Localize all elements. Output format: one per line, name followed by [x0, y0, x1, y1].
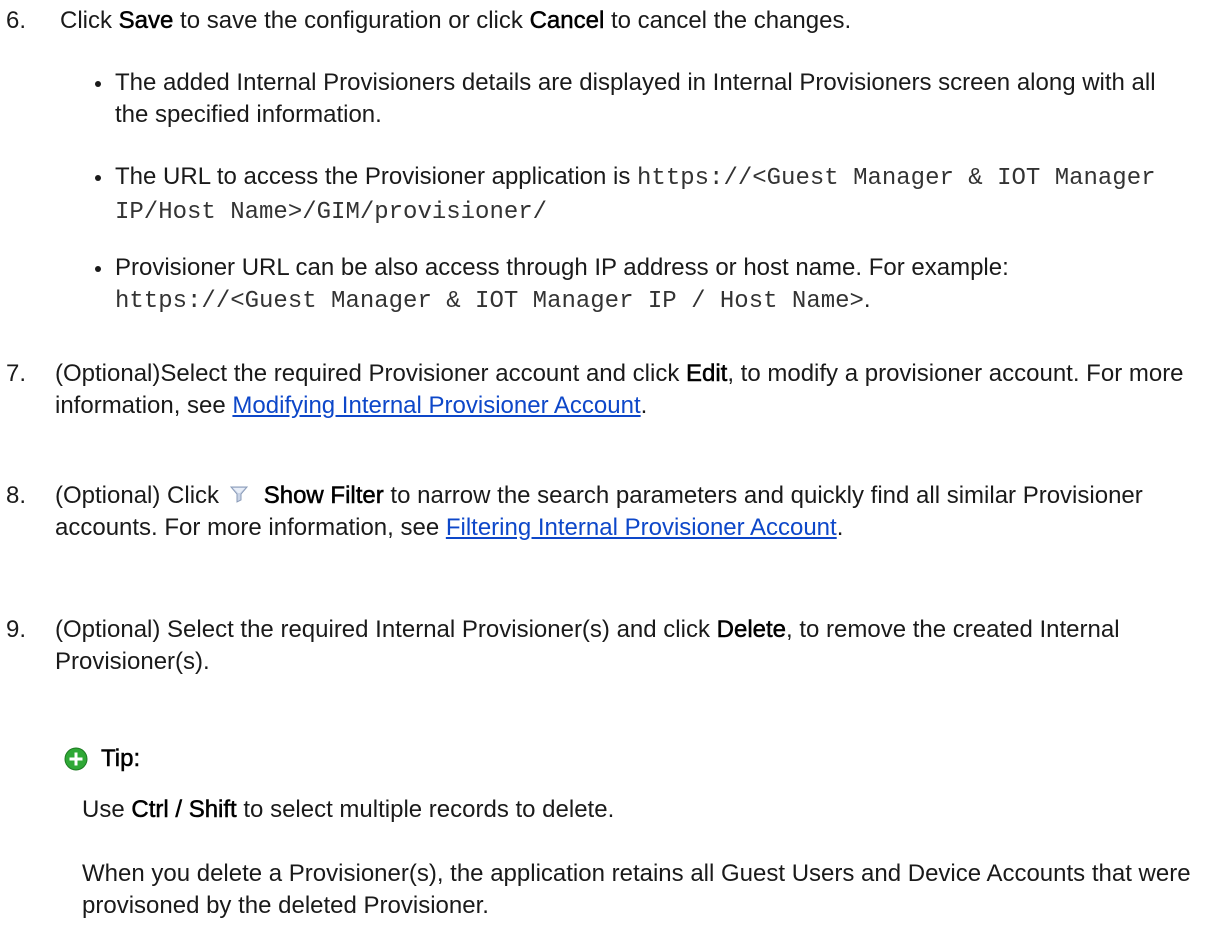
cancel-term: Cancel — [529, 7, 605, 35]
document-page: 6. Click Save to save the configuration … — [0, 0, 1222, 938]
step-number: 6. — [6, 7, 27, 34]
ctrl-shift-keys: Ctrl / Shift — [131, 796, 237, 824]
modifying-provisioner-link[interactable]: Modifying Internal Provisioner Account — [232, 392, 640, 419]
bullet-item: Provisioner URL can be also access throu… — [95, 252, 1195, 318]
step-text: (Optional)Select the required Provisione… — [55, 360, 1184, 419]
step-text: (Optional) Click Show Filter to narrow t… — [55, 482, 1143, 541]
show-filter-term: Show Filter — [263, 482, 384, 510]
tip-paragraph: Use Ctrl / Shift to select multiple reco… — [82, 796, 615, 824]
filter-icon — [229, 486, 248, 503]
tip-paragraph: When you delete a Provisioner(s), the ap… — [82, 860, 1191, 919]
step-text: (Optional) Select the required Internal … — [55, 616, 1120, 675]
step-number: 7. — [6, 360, 27, 387]
example-url: https://<Guest Manager & IOT Manager IP … — [115, 288, 864, 315]
edit-term: Edit — [685, 360, 728, 388]
bullet-dot — [95, 81, 101, 87]
bullet-item: The URL to access the Provisioner applic… — [95, 161, 1195, 229]
bullet-dot — [95, 175, 101, 181]
save-term: Save — [118, 7, 174, 35]
plus-circle-icon — [64, 747, 88, 771]
step-text: Click Save to save the configuration or … — [60, 7, 852, 35]
filtering-provisioner-link[interactable]: Filtering Internal Provisioner Account — [446, 514, 837, 541]
bullet-item: The added Internal Provisioners details … — [95, 67, 1195, 131]
delete-term: Delete — [716, 616, 787, 644]
step-number: 8. — [6, 482, 27, 509]
bullet-dot — [95, 266, 101, 272]
step-number: 9. — [6, 616, 27, 643]
tip-heading: Tip: — [64, 743, 464, 777]
tip-label: Tip: — [101, 745, 141, 773]
